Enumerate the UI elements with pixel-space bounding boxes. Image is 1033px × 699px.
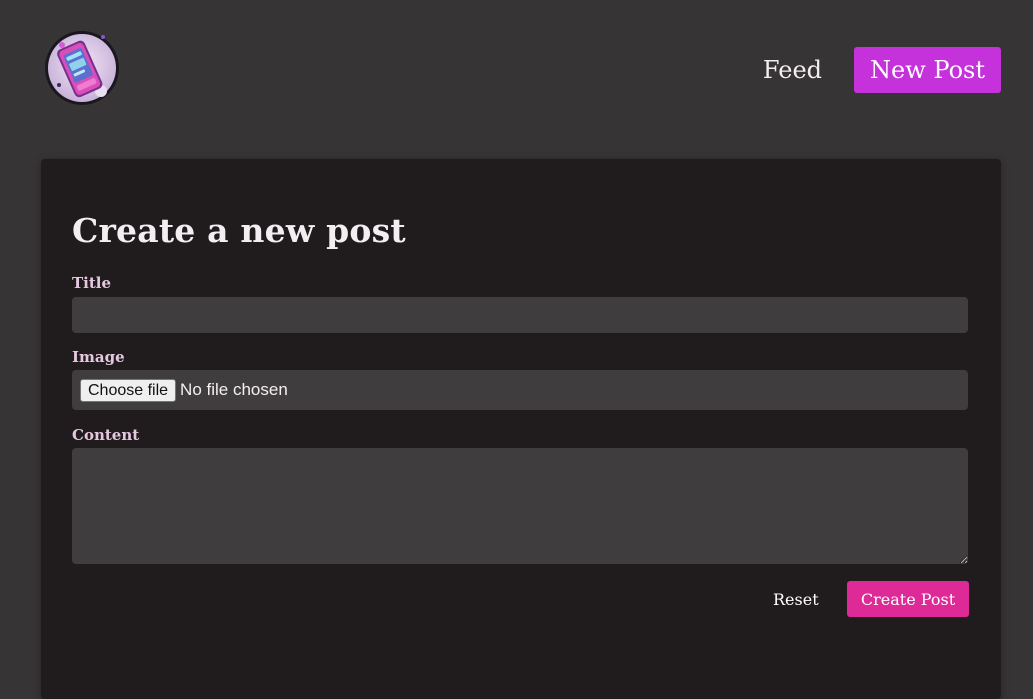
nav-new-post-link[interactable]: New Post	[854, 47, 1001, 93]
page-title: Create a new post	[72, 211, 406, 250]
main-nav: Feed New Post	[747, 47, 1001, 93]
title-label: Title	[72, 274, 112, 292]
file-status-text: No file chosen	[180, 380, 288, 399]
create-post-button[interactable]: Create Post	[847, 581, 969, 617]
choose-file-button[interactable]: Choose file	[80, 378, 177, 402]
image-label: Image	[72, 348, 125, 366]
reset-button[interactable]: Reset	[757, 581, 835, 617]
create-post-card: Create a new post Title Image Choose fil…	[41, 159, 1001, 699]
image-file-input[interactable]: Choose file No file chosen	[72, 370, 968, 410]
phone-sticker-logo-icon	[45, 31, 119, 105]
nav-feed-link[interactable]: Feed	[747, 47, 838, 93]
title-input[interactable]	[72, 297, 968, 333]
app-logo[interactable]	[43, 29, 121, 107]
content-textarea[interactable]	[72, 448, 968, 564]
content-label: Content	[72, 426, 140, 444]
